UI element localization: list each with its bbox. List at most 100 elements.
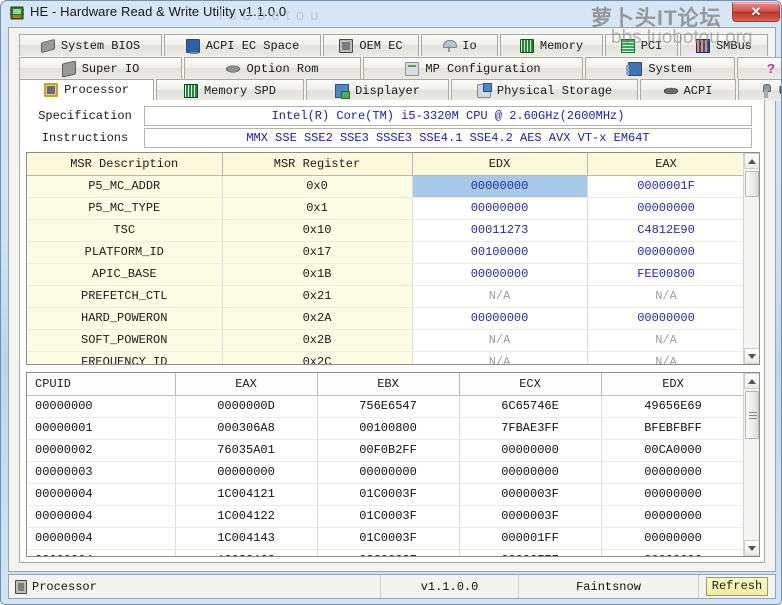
cpuid-cell[interactable]: 00000FFF bbox=[459, 549, 602, 556]
tab-acpi-ec-space[interactable]: ACPI EC Space bbox=[164, 34, 321, 56]
cpuid-cell[interactable]: 02C0003F bbox=[317, 549, 460, 556]
cpuid-row[interactable]: 00000004 1C004121 01C0003F 0000003F 00000000 bbox=[27, 483, 743, 506]
tab-acpi[interactable]: ACPI bbox=[640, 79, 736, 101]
cpuid-cell[interactable]: 01C0003F bbox=[317, 505, 460, 528]
msr-col-header[interactable]: EAX bbox=[587, 153, 743, 176]
cpuid-cell[interactable]: 00000001 bbox=[27, 417, 176, 440]
cpuid-cell[interactable]: 49656E69 bbox=[601, 395, 743, 418]
cpuid-cell[interactable]: 00000003 bbox=[27, 461, 176, 484]
cpuid-col-header[interactable]: EDX bbox=[601, 373, 743, 396]
tab-io[interactable]: Io bbox=[421, 34, 498, 56]
msr-cell-desc[interactable]: TSC bbox=[27, 219, 223, 242]
cpuid-cell[interactable]: 00000000 bbox=[459, 461, 602, 484]
msr-cell-edx[interactable]: 00000000 bbox=[412, 263, 588, 286]
tab-system[interactable]: System bbox=[585, 57, 735, 79]
msr-cell-reg[interactable]: 0x21 bbox=[222, 285, 413, 308]
close-button[interactable]: ✕ bbox=[732, 2, 780, 22]
msr-row[interactable]: P5_MC_ADDR 0x0 00000000 0000001F bbox=[27, 175, 743, 198]
tab-memory[interactable]: Memory bbox=[500, 34, 603, 56]
cpuid-cell[interactable]: 00000000 bbox=[601, 505, 743, 528]
cpuid-table[interactable]: CPUID EAX EBX ECX EDX 00000000 0000000D 756E654… bbox=[26, 372, 760, 557]
msr-cell-desc[interactable]: PREFETCH_CTL bbox=[27, 285, 223, 308]
tab-processor[interactable]: Processor bbox=[19, 79, 154, 101]
cpuid-cell[interactable]: 76035A01 bbox=[175, 439, 318, 462]
msr-table[interactable]: MSR Description MSR Register EDX EAX P5_MC_A… bbox=[26, 152, 760, 365]
cpuid-scroll-thumb[interactable] bbox=[745, 391, 759, 439]
msr-cell-desc[interactable]: P5_MC_TYPE bbox=[27, 197, 223, 220]
msr-cell-reg[interactable]: 0x2A bbox=[222, 307, 413, 330]
cpuid-cell[interactable]: 0000000D bbox=[175, 395, 318, 418]
cpuid-scroll-up-arrow[interactable] bbox=[744, 373, 759, 389]
cpuid-scrollbar[interactable] bbox=[743, 373, 759, 556]
msr-cell-desc[interactable]: PLATFORM_ID bbox=[27, 241, 223, 264]
msr-cell-eax[interactable]: N/A bbox=[587, 329, 743, 352]
cpuid-col-header[interactable]: CPUID bbox=[27, 373, 176, 396]
msr-row[interactable]: SOFT_POWERON 0x2B N/A N/A bbox=[27, 329, 743, 352]
msr-cell-edx[interactable]: 00100000 bbox=[412, 241, 588, 264]
cpuid-cell[interactable]: 00000000 bbox=[317, 461, 460, 484]
cpuid-row[interactable]: 00000002 76035A01 00F0B2FF 00000000 00CA0000 bbox=[27, 439, 743, 462]
tab-pci[interactable]: PCI bbox=[605, 34, 678, 56]
cpuid-col-header[interactable]: ECX bbox=[459, 373, 602, 396]
tab-oem-ec[interactable]: OEM EC bbox=[323, 34, 419, 56]
tab-physical-storage[interactable]: Physical Storage bbox=[451, 79, 638, 101]
cpuid-row[interactable]: 000000041C03C16302C0003F00000FFF00000006 bbox=[27, 549, 743, 556]
msr-scroll-thumb[interactable] bbox=[745, 171, 759, 197]
msr-row[interactable]: P5_MC_TYPE 0x1 00000000 00000000 bbox=[27, 197, 743, 220]
msr-scroll-up-arrow[interactable] bbox=[744, 153, 759, 169]
msr-cell-edx[interactable]: N/A bbox=[412, 351, 588, 364]
msr-cell-desc[interactable]: SOFT_POWERON bbox=[27, 329, 223, 352]
cpuid-cell[interactable]: 756E6547 bbox=[317, 395, 460, 418]
cpuid-cell[interactable]: 00000000 bbox=[601, 483, 743, 506]
cpuid-cell[interactable]: 01C0003F bbox=[317, 483, 460, 506]
cpuid-cell[interactable]: 000001FF bbox=[459, 527, 602, 550]
msr-cell-desc[interactable]: HARD_POWERON bbox=[27, 307, 223, 330]
msr-cell-reg[interactable]: 0x17 bbox=[222, 241, 413, 264]
cpuid-cell[interactable]: 00000006 bbox=[601, 549, 743, 556]
msr-col-header[interactable]: MSR Description bbox=[27, 153, 223, 176]
msr-row[interactable]: PREFETCH_CTL 0x21 N/A N/A bbox=[27, 285, 743, 308]
cpuid-cell[interactable]: 00000004 bbox=[27, 549, 176, 556]
cpuid-cell[interactable]: 00000000 bbox=[27, 395, 176, 418]
cpuid-cell[interactable]: 00000004 bbox=[27, 505, 176, 528]
msr-cell-eax[interactable]: C4812E90 bbox=[587, 219, 743, 242]
cpuid-cell[interactable]: 1C004143 bbox=[175, 527, 318, 550]
msr-row[interactable]: TSC 0x10 00011273 C4812E90 bbox=[27, 219, 743, 242]
tab-usb[interactable]: USB bbox=[738, 79, 781, 101]
cpuid-cell[interactable]: 0000003F bbox=[459, 483, 602, 506]
msr-row[interactable]: FREQUENCY_ID 0x2C N/A N/A bbox=[27, 351, 743, 364]
cpuid-cell[interactable]: 6C65746E bbox=[459, 395, 602, 418]
cpuid-cell[interactable]: 000306A8 bbox=[175, 417, 318, 440]
msr-cell-edx[interactable]: N/A bbox=[412, 329, 588, 352]
msr-cell-eax[interactable]: N/A bbox=[587, 351, 743, 364]
msr-cell-eax[interactable]: N/A bbox=[587, 285, 743, 308]
cpuid-row[interactable]: 00000004 1C004143 01C0003F 000001FF 00000000 bbox=[27, 527, 743, 550]
msr-row[interactable]: APIC_BASE 0x1B 00000000 FEE00800 bbox=[27, 263, 743, 286]
tab-super-io[interactable]: Super IO bbox=[19, 57, 182, 79]
msr-col-header[interactable]: EDX bbox=[412, 153, 588, 176]
cpuid-cell[interactable]: 00000002 bbox=[27, 439, 176, 462]
msr-scroll-down-arrow[interactable] bbox=[744, 348, 759, 364]
refresh-button[interactable]: Refresh bbox=[706, 577, 768, 596]
cpuid-cell[interactable]: BFEBFBFF bbox=[601, 417, 743, 440]
tab-mp-configuration[interactable]: MP Configuration bbox=[363, 57, 583, 79]
msr-cell-edx[interactable]: N/A bbox=[412, 285, 588, 308]
msr-row[interactable]: HARD_POWERON 0x2A 00000000 00000000 bbox=[27, 307, 743, 330]
cpuid-cell[interactable]: 00000000 bbox=[459, 439, 602, 462]
msr-cell-reg[interactable]: 0x2B bbox=[222, 329, 413, 352]
tab-option-rom[interactable]: Option Rom bbox=[184, 57, 361, 79]
msr-cell-desc[interactable]: APIC_BASE bbox=[27, 263, 223, 286]
tab-memory-spd[interactable]: Memory SPD bbox=[156, 79, 304, 101]
msr-scrollbar[interactable] bbox=[743, 153, 759, 364]
cpuid-cell[interactable]: 00100800 bbox=[317, 417, 460, 440]
cpuid-cell[interactable]: 1C03C163 bbox=[175, 549, 318, 556]
msr-cell-edx[interactable]: 00011273 bbox=[412, 219, 588, 242]
cpuid-cell[interactable]: 00000004 bbox=[27, 483, 176, 506]
cpuid-cell[interactable]: 00000000 bbox=[601, 461, 743, 484]
cpuid-row[interactable]: 00000003 00000000 00000000 00000000 00000000 bbox=[27, 461, 743, 484]
cpuid-cell[interactable]: 0000003F bbox=[459, 505, 602, 528]
msr-cell-reg[interactable]: 0x1 bbox=[222, 197, 413, 220]
cpuid-row[interactable]: 00000000 0000000D 756E6547 6C65746E 49656E69 bbox=[27, 395, 743, 418]
msr-cell-edx[interactable]: 00000000 bbox=[412, 175, 588, 198]
cpuid-cell[interactable]: 00000000 bbox=[175, 461, 318, 484]
